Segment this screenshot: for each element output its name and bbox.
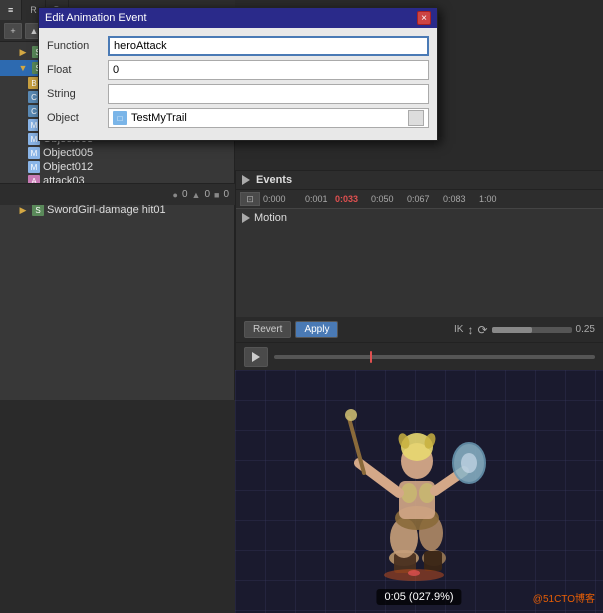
- ik-icon-2: ⟳: [477, 323, 487, 337]
- string-row: String: [47, 84, 429, 104]
- tree-label-swordgirl-damage: SwordGirl-damage hit01: [47, 204, 166, 216]
- ruler-mark-2: 0:033: [335, 194, 371, 204]
- edit-animation-dialog: Edit Animation Event × Function Float St…: [38, 7, 438, 141]
- tab-item-1[interactable]: ≡: [0, 0, 22, 20]
- ik-icon-1: ↕: [467, 323, 473, 337]
- left-panel-bottom-bar: ● 0 ▲ 0 ■ 0: [0, 183, 235, 205]
- ik-slider[interactable]: [492, 327, 572, 333]
- ruler-btn[interactable]: ⊡: [240, 192, 260, 206]
- watermark-text: @51CTO博客: [533, 594, 595, 605]
- revert-button[interactable]: Revert: [244, 321, 291, 338]
- counter-icon-3: ■: [214, 190, 219, 200]
- play-triangle-icon: [252, 352, 260, 362]
- toolbar-btn-1[interactable]: +: [4, 23, 22, 39]
- events-collapse-btn[interactable]: [242, 175, 250, 185]
- counter-icon-2: ▲: [192, 190, 201, 200]
- function-row: Function: [47, 36, 429, 56]
- character-svg: [319, 403, 519, 583]
- playback-scrubber[interactable]: [274, 355, 595, 359]
- ruler-mark-5: 0:083: [443, 194, 479, 204]
- playback-cursor: [370, 351, 372, 363]
- timeline-header: Events: [236, 171, 603, 190]
- object-input-container: □ ◉: [108, 108, 429, 128]
- tree-item-object012-2[interactable]: M Object012: [0, 160, 234, 174]
- ruler-mark-1: 0:001: [305, 194, 335, 204]
- counter-3: 0: [223, 189, 229, 200]
- dialog-body: Function Float String Object □ ◉: [39, 28, 437, 140]
- object-label: Object: [47, 112, 102, 124]
- motion-row: Motion: [236, 209, 603, 227]
- character-area: [319, 403, 519, 583]
- timeline-bottom-controls: Revert Apply IK ↕ ⟳ 0.25: [236, 316, 603, 342]
- mesh-icon-obj012-2: M: [28, 161, 40, 173]
- mesh-icon-damage: S: [32, 204, 44, 216]
- time-value: 0.25: [576, 324, 595, 335]
- object-search-button[interactable]: ◉: [408, 110, 424, 126]
- play-button[interactable]: [244, 347, 268, 367]
- watermark: @51CTO博客: [533, 590, 595, 605]
- ik-controls: IK ↕ ⟳ 0.25: [454, 323, 595, 337]
- motion-collapse-btn[interactable]: [242, 213, 250, 223]
- ik-label: IK: [454, 324, 463, 335]
- function-input[interactable]: [108, 36, 429, 56]
- motion-label: Motion: [254, 212, 287, 224]
- time-display-text: 0:05 (027.9%): [384, 591, 453, 603]
- apply-button[interactable]: Apply: [295, 321, 338, 338]
- folder-icon-damage: ▶: [16, 203, 30, 217]
- tree-item-object005[interactable]: M Object005: [0, 146, 234, 160]
- folder-icon-open: ▼: [16, 61, 30, 75]
- object-row: Object □ ◉: [47, 108, 429, 128]
- string-label: String: [47, 88, 102, 100]
- ik-slider-fill: [492, 327, 532, 333]
- timeline-ruler: ⊡ 0:000 0:001 0:033 0:050 0:067 0:083 1:…: [236, 190, 603, 209]
- ruler-mark-6: 1:00: [479, 194, 515, 204]
- tree-label-object005: Object005: [43, 147, 93, 159]
- counter-1: 0: [182, 189, 188, 200]
- folder-icon: ▶: [16, 45, 30, 59]
- counter-2: 0: [204, 189, 210, 200]
- tree-label-object012-2: Object012: [43, 161, 93, 173]
- string-input[interactable]: [108, 84, 429, 104]
- timeline-area: Events ⊡ 0:000 0:001 0:033 0:050 0:067 0…: [235, 170, 603, 370]
- object-value-input[interactable]: [131, 112, 404, 124]
- function-label: Function: [47, 40, 102, 52]
- ruler-mark-3: 0:050: [371, 194, 407, 204]
- time-display: 0:05 (027.9%): [376, 589, 461, 605]
- counter-icon-1: ●: [173, 190, 178, 200]
- ruler-mark-0: 0:000: [263, 194, 305, 204]
- dialog-close-button[interactable]: ×: [417, 11, 431, 25]
- dialog-title: Edit Animation Event: [45, 12, 147, 24]
- float-label: Float: [47, 64, 102, 76]
- object-type-icon: □: [113, 111, 127, 125]
- ruler-marks: 0:000 0:001 0:033 0:050 0:067 0:083 1:00: [263, 194, 515, 204]
- mesh-icon-obj005: M: [28, 147, 40, 159]
- float-input[interactable]: [108, 60, 429, 80]
- ruler-mark-4: 0:067: [407, 194, 443, 204]
- playback-controls: [236, 342, 603, 370]
- timeline-spacer: [236, 227, 603, 247]
- revert-apply-group: Revert Apply: [244, 321, 338, 338]
- dialog-titlebar: Edit Animation Event ×: [39, 8, 437, 28]
- float-row: Float: [47, 60, 429, 80]
- events-label: Events: [256, 174, 292, 186]
- viewport-3d: 0:05 (027.9%): [235, 370, 603, 613]
